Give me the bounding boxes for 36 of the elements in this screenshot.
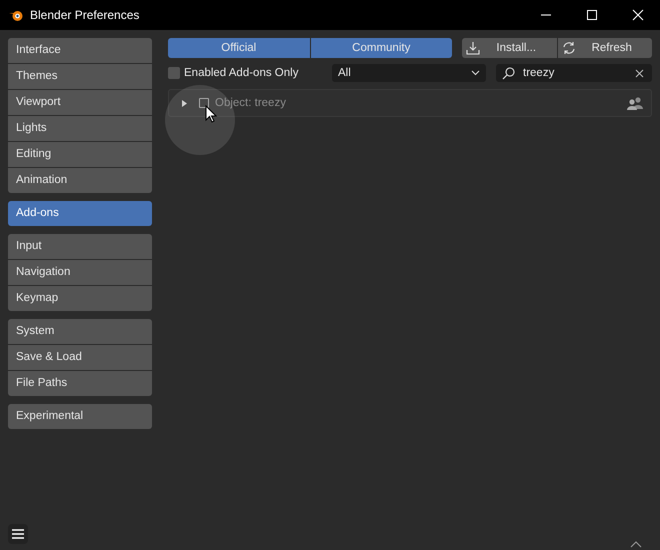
sidebar-item[interactable]: Lights <box>8 116 152 141</box>
refresh-icon <box>562 41 576 55</box>
search-icon <box>502 66 515 80</box>
cursor-icon <box>205 105 217 123</box>
close-icon[interactable] <box>632 9 644 21</box>
install-button[interactable]: Install... <box>462 38 556 58</box>
sidebar-item[interactable]: Animation <box>8 168 152 193</box>
download-icon <box>466 41 480 55</box>
clear-icon[interactable] <box>635 68 644 78</box>
users-icon <box>627 96 643 110</box>
sidebar-item[interactable]: Add-ons <box>8 201 152 226</box>
expand-arrow-icon[interactable] <box>181 100 188 106</box>
sidebar-item[interactable]: System <box>8 319 152 344</box>
sidebar-item[interactable]: File Paths <box>8 371 152 396</box>
addon-name: Object: treezy <box>215 97 286 109</box>
window-title: Blender Preferences <box>30 8 140 22</box>
sidebar-item[interactable]: Keymap <box>8 286 152 311</box>
chevron-down-icon <box>471 70 480 76</box>
sidebar-item[interactable]: Navigation <box>8 260 152 285</box>
category-dropdown[interactable]: All <box>332 64 486 82</box>
menu-icon[interactable] <box>8 524 28 544</box>
filter-tab[interactable]: Official <box>168 38 310 58</box>
sidebar-item[interactable]: Input <box>8 234 152 259</box>
checkbox-label[interactable]: Enabled Add-ons Only <box>184 67 298 79</box>
sidebar-item[interactable]: Interface <box>8 38 152 63</box>
filter-tab[interactable]: Community <box>310 38 452 58</box>
sidebar-item[interactable]: Editing <box>8 142 152 167</box>
refresh-button[interactable]: Refresh <box>558 38 652 58</box>
checkbox[interactable] <box>168 67 180 79</box>
sidebar-item[interactable]: Experimental <box>8 404 152 429</box>
sidebar-item[interactable]: Themes <box>8 64 152 89</box>
sidebar-item[interactable]: Save & Load <box>8 345 152 370</box>
chevron-up-icon[interactable] <box>630 541 642 548</box>
maximize-icon[interactable] <box>586 9 598 21</box>
search-field[interactable]: treezy <box>496 64 652 82</box>
sidebar-item[interactable]: Viewport <box>8 90 152 115</box>
